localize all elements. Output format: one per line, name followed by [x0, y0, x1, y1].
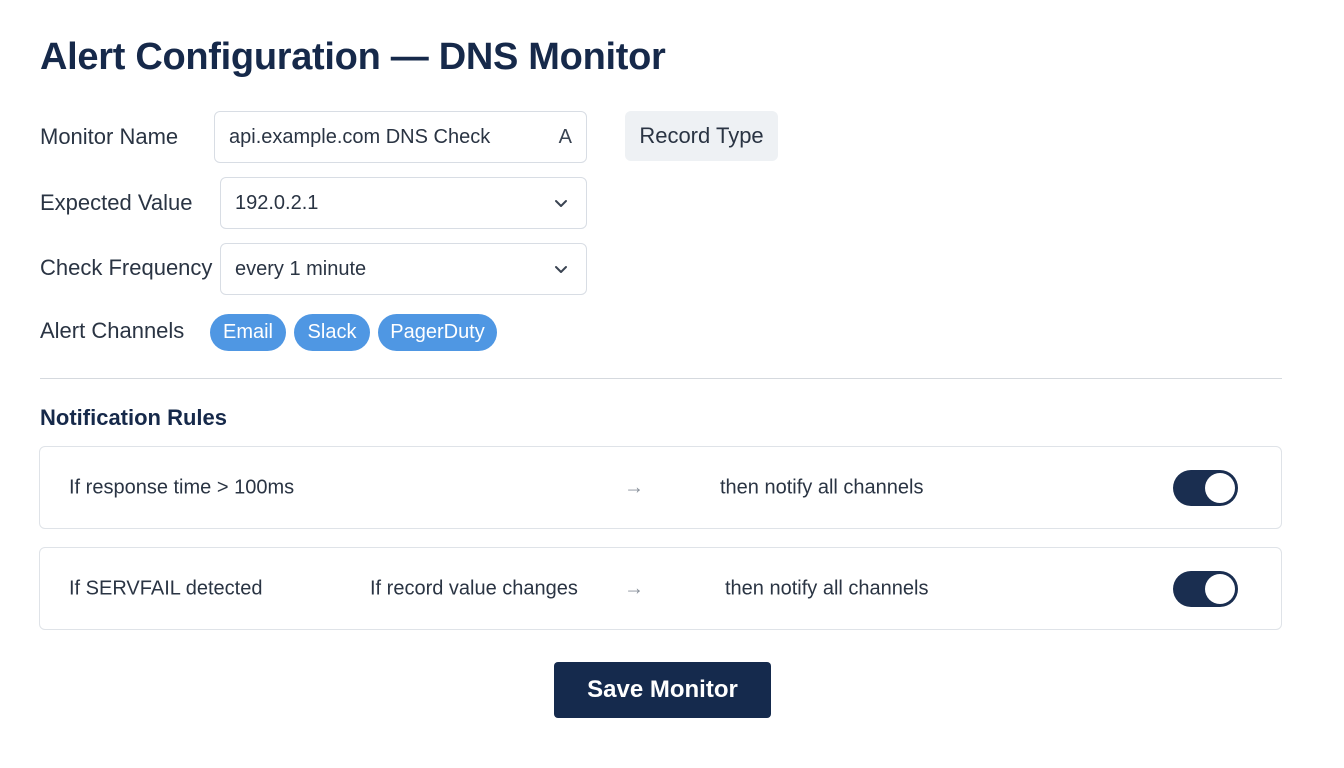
- arrow-right-icon: →: [624, 476, 644, 498]
- monitor-name-field[interactable]: api.example.com DNS Check A: [214, 111, 587, 163]
- rule-enabled-toggle[interactable]: [1173, 570, 1238, 607]
- notification-rule-row: If SERVFAIL detected If record value cha…: [39, 547, 1282, 630]
- expected-value-value: 192.0.2.1: [235, 191, 319, 214]
- alert-configuration-page: Alert Configuration — DNS Monitor Monito…: [0, 0, 1344, 768]
- arrow-right-icon: →: [624, 577, 644, 599]
- check-frequency-label: Check Frequency: [40, 255, 213, 280]
- expected-value-label: Expected Value: [40, 190, 193, 215]
- check-frequency-select[interactable]: every 1 minute: [220, 243, 587, 295]
- notification-rules-title: Notification Rules: [40, 405, 228, 430]
- section-divider: [40, 378, 1282, 379]
- rule-condition: If SERVFAIL detected: [69, 577, 263, 599]
- toggle-knob: [1205, 472, 1235, 503]
- alert-channels-label: Alert Channels: [40, 318, 185, 343]
- rule-enabled-toggle[interactable]: [1173, 469, 1238, 506]
- channel-chip-pagerduty[interactable]: PagerDuty: [378, 314, 497, 351]
- notification-rule-row: If response time > 100ms → then notify a…: [39, 446, 1282, 529]
- chevron-down-icon: [555, 200, 567, 207]
- save-monitor-button[interactable]: Save Monitor: [554, 662, 771, 718]
- record-type-suffix: A: [558, 125, 572, 148]
- monitor-name-value: api.example.com DNS Check: [229, 125, 491, 148]
- monitor-name-label: Monitor Name: [40, 124, 179, 149]
- record-type-button[interactable]: Record Type: [625, 111, 778, 161]
- rule-condition-secondary: If record value changes: [370, 577, 578, 599]
- chevron-down-icon: [555, 266, 567, 273]
- page-title: Alert Configuration — DNS Monitor: [40, 36, 666, 78]
- rule-condition: If response time > 100ms: [69, 476, 295, 498]
- channel-chip-slack[interactable]: Slack: [294, 314, 370, 351]
- channel-chip-email[interactable]: Email: [210, 314, 286, 351]
- rule-action: then notify all channels: [720, 476, 924, 498]
- toggle-knob: [1205, 573, 1235, 604]
- check-frequency-value: every 1 minute: [235, 257, 367, 280]
- rule-action: then notify all channels: [725, 577, 929, 599]
- expected-value-select[interactable]: 192.0.2.1: [220, 177, 587, 229]
